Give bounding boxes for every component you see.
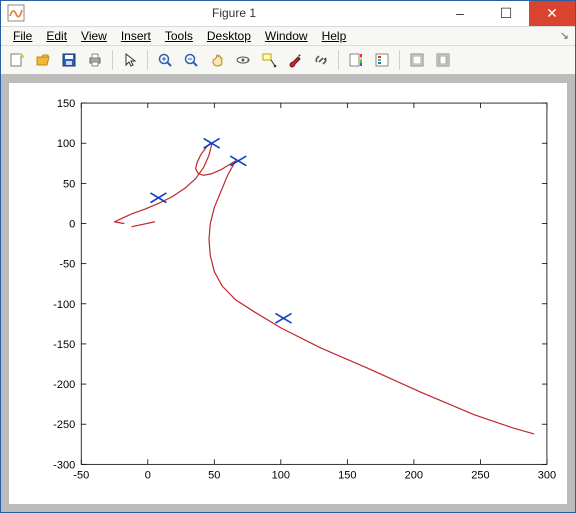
menu-desktop-label: Desktop (207, 29, 251, 43)
toolbar (1, 46, 575, 75)
show-plot-tools-button[interactable] (431, 48, 455, 72)
svg-text:-150: -150 (53, 338, 75, 350)
data-cursor-button[interactable] (257, 48, 281, 72)
svg-text:-200: -200 (53, 379, 75, 391)
maximize-button[interactable]: ☐ (483, 1, 529, 26)
menu-insert-label: Insert (121, 29, 151, 43)
svg-text:200: 200 (405, 469, 423, 481)
brush-button[interactable] (283, 48, 307, 72)
zoom-in-button[interactable] (153, 48, 177, 72)
hide-plot-tools-button[interactable] (405, 48, 429, 72)
menu-window[interactable]: Window (259, 27, 314, 45)
svg-text:-300: -300 (53, 459, 75, 471)
svg-text:250: 250 (471, 469, 489, 481)
menu-view[interactable]: View (75, 27, 113, 45)
svg-text:300: 300 (538, 469, 556, 481)
svg-text:-50: -50 (59, 258, 75, 270)
menubar: File Edit View Insert Tools Desktop Wind… (1, 27, 575, 46)
menu-help[interactable]: Help (316, 27, 353, 45)
svg-text:-50: -50 (73, 469, 89, 481)
close-button[interactable]: ✕ (529, 1, 575, 26)
menu-view-label: View (81, 29, 107, 43)
rotate-3d-button[interactable] (231, 48, 255, 72)
svg-text:0: 0 (69, 218, 75, 230)
menu-desktop[interactable]: Desktop (201, 27, 257, 45)
svg-text:-100: -100 (53, 298, 75, 310)
menu-tools-label: Tools (165, 29, 193, 43)
insert-colorbar-button[interactable] (344, 48, 368, 72)
axes[interactable]: -50 0 50 100 150 200 250 300 -300 -250 -200 -150 -10… (9, 83, 567, 505)
menu-edit-label: Edit (46, 29, 67, 43)
pan-button[interactable] (205, 48, 229, 72)
menu-file[interactable]: File (7, 27, 38, 45)
svg-text:0: 0 (145, 469, 151, 481)
minimize-button[interactable]: – (437, 1, 483, 26)
svg-text:100: 100 (272, 469, 290, 481)
print-button[interactable] (83, 48, 107, 72)
link-button[interactable] (309, 48, 333, 72)
menu-edit[interactable]: Edit (40, 27, 73, 45)
window-title: Figure 1 (31, 1, 437, 26)
svg-text:150: 150 (338, 469, 356, 481)
menu-file-label: File (13, 29, 32, 43)
pointer-button[interactable] (118, 48, 142, 72)
insert-legend-button[interactable] (370, 48, 394, 72)
open-button[interactable] (31, 48, 55, 72)
svg-text:-250: -250 (53, 419, 75, 431)
menu-tools[interactable]: Tools (159, 27, 199, 45)
svg-text:100: 100 (57, 138, 75, 150)
svg-text:150: 150 (57, 98, 75, 110)
menu-help-label: Help (322, 29, 347, 43)
zoom-out-button[interactable] (179, 48, 203, 72)
svg-text:50: 50 (63, 178, 75, 190)
figure-panel[interactable]: -50 0 50 100 150 200 250 300 -300 -250 -200 -150 -10… (9, 83, 567, 505)
menu-insert[interactable]: Insert (115, 27, 157, 45)
new-figure-button[interactable] (5, 48, 29, 72)
save-button[interactable] (57, 48, 81, 72)
dock-corner-icon[interactable]: ↘ (560, 29, 569, 42)
app-icon (1, 1, 31, 26)
svg-text:50: 50 (208, 469, 220, 481)
menu-window-label: Window (265, 29, 308, 43)
